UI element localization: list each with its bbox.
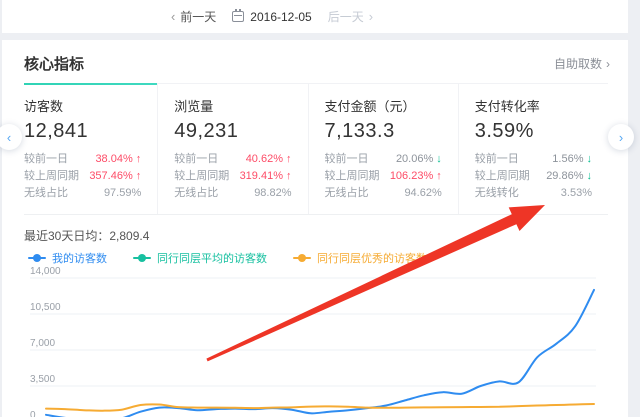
- metric-value: 7,133.3: [325, 120, 442, 143]
- metric-row: 较前一日 1.56%↓: [475, 151, 592, 168]
- date-nav-bar: ‹ 前一天 2016-12-05 后一天 ›: [2, 0, 628, 33]
- metric-row-label: 较前一日: [24, 151, 68, 168]
- trend-up-icon: ↑: [136, 151, 142, 168]
- line-dot-legend-icon: [293, 254, 311, 262]
- svg-text:0: 0: [30, 410, 36, 417]
- metric-value: 3.59%: [475, 120, 592, 143]
- metric-row: 无线占比 94.62%: [325, 185, 442, 202]
- metric-row-label: 较前一日: [174, 151, 218, 168]
- trend-up-icon: ↑: [286, 151, 292, 168]
- svg-text:3,500: 3,500: [30, 374, 55, 385]
- metric-row-label: 无线占比: [174, 185, 218, 202]
- metric-row: 无线占比 98.82%: [174, 185, 291, 202]
- legend-item-peer-excellent[interactable]: 同行同层优秀的访客数: [293, 250, 427, 266]
- legend-item-peer-average[interactable]: 同行同层平均的访客数: [133, 250, 267, 266]
- metric-cards-row: 访客数 12,841 较前一日 38.04%↑ 较上周同期 357.46%↑ 无…: [24, 83, 608, 215]
- metric-value: 49,231: [174, 120, 291, 143]
- date-nav-group: ‹ 前一天 2016-12-05 后一天 ›: [171, 8, 373, 25]
- trend-down-icon: ↓: [587, 151, 593, 168]
- metric-card-payment-amount[interactable]: 支付金额（元） 7,133.3 较前一日 20.06%↓ 较上周同期 106.2…: [308, 84, 458, 214]
- line-dot-legend-icon: [133, 254, 151, 262]
- line-dot-legend-icon: [28, 254, 46, 262]
- legend-label: 同行同层优秀的访客数: [317, 250, 427, 266]
- metric-row-value: 106.23%↑: [390, 168, 442, 185]
- metric-card-pageviews[interactable]: 浏览量 49,231 较前一日 40.62%↑ 较上周同期 319.41%↑ 无…: [157, 84, 307, 214]
- legend-item-my-visitors[interactable]: 我的访客数: [28, 250, 107, 266]
- metric-row-value: 1.56%↓: [552, 151, 592, 168]
- current-date: 2016-12-05: [250, 10, 311, 24]
- metric-row-label: 较上周同期: [174, 168, 229, 185]
- legend-label: 我的访客数: [52, 250, 107, 266]
- date-picker[interactable]: 2016-12-05: [232, 10, 311, 24]
- metric-row-label: 无线转化: [475, 185, 519, 202]
- core-metrics-panel: 核心指标 自助取数 › 访客数 12,841 较前一日 38.04%↑ 较上周同…: [2, 40, 628, 417]
- svg-text:14,000: 14,000: [30, 266, 61, 277]
- chart-legend: 我的访客数 同行同层平均的访客数 同行同层优秀的访客数: [28, 251, 628, 265]
- metric-row-value: 29.86%↓: [546, 168, 592, 185]
- metric-value: 12,841: [24, 120, 141, 143]
- metric-row-label: 较上周同期: [24, 168, 79, 185]
- metric-row-value: 97.59%: [104, 185, 141, 202]
- trend-down-icon: ↓: [587, 168, 593, 185]
- metric-row-value: 94.62%: [404, 185, 441, 202]
- metric-row-label: 较前一日: [325, 151, 369, 168]
- next-day-button[interactable]: 后一天 ›: [328, 8, 373, 25]
- page-title: 核心指标: [24, 53, 84, 74]
- metric-row-label: 较前一日: [475, 151, 519, 168]
- carousel-next-button[interactable]: ›: [608, 124, 634, 150]
- metric-row: 较前一日 20.06%↓: [325, 151, 442, 168]
- svg-text:10,500: 10,500: [30, 302, 61, 313]
- visitors-line-chart: 03,5007,00010,50014,00011-0611-0811-1011…: [2, 266, 622, 417]
- chart-daily-average-label: 最近30天日均：2,809.4: [24, 228, 628, 244]
- metric-title: 访客数: [24, 96, 141, 115]
- metric-row-value: 357.46%↑: [89, 168, 141, 185]
- calendar-icon: [232, 11, 244, 22]
- prev-day-label: 前一天: [180, 8, 216, 25]
- metric-row: 较前一日 40.62%↑: [174, 151, 291, 168]
- metric-row: 无线占比 97.59%: [24, 185, 141, 202]
- next-day-label: 后一天: [328, 8, 364, 25]
- trend-down-icon: ↓: [436, 151, 442, 168]
- panel-header: 核心指标 自助取数 ›: [2, 40, 628, 83]
- metric-row: 较前一日 38.04%↑: [24, 151, 141, 168]
- metric-row-label: 无线占比: [325, 185, 369, 202]
- prev-day-button[interactable]: ‹ 前一天: [171, 8, 216, 25]
- trend-up-icon: ↑: [136, 168, 142, 185]
- metric-row-label: 较上周同期: [325, 168, 380, 185]
- self-service-data-link[interactable]: 自助取数 ›: [554, 55, 610, 72]
- metric-card-conversion-rate[interactable]: 支付转化率 3.59% 较前一日 1.56%↓ 较上周同期 29.86%↓ 无线…: [458, 84, 608, 214]
- chevron-left-icon: ‹: [7, 130, 11, 145]
- metric-row-value: 3.53%: [561, 185, 592, 202]
- metric-title: 支付金额（元）: [325, 96, 442, 115]
- metric-title: 支付转化率: [475, 96, 592, 115]
- metric-row-value: 98.82%: [254, 185, 291, 202]
- metric-row-value: 40.62%↑: [246, 151, 292, 168]
- chevron-right-icon: ›: [369, 9, 373, 24]
- chevron-right-icon: ›: [606, 57, 610, 71]
- trend-up-icon: ↑: [436, 168, 442, 185]
- trend-up-icon: ↑: [286, 168, 292, 185]
- metric-title: 浏览量: [174, 96, 291, 115]
- metric-row-label: 较上周同期: [475, 168, 530, 185]
- metric-row-value: 319.41%↑: [240, 168, 292, 185]
- chevron-left-icon: ‹: [171, 9, 175, 24]
- metric-row-value: 38.04%↑: [95, 151, 141, 168]
- metric-row: 较上周同期 319.41%↑: [174, 168, 291, 185]
- metric-row: 无线转化 3.53%: [475, 185, 592, 202]
- metric-row-value: 20.06%↓: [396, 151, 442, 168]
- metric-row: 较上周同期 29.86%↓: [475, 168, 592, 185]
- metric-row-label: 无线占比: [24, 185, 68, 202]
- chevron-right-icon: ›: [619, 130, 623, 145]
- metric-row: 较上周同期 106.23%↑: [325, 168, 442, 185]
- svg-text:7,000: 7,000: [30, 338, 55, 349]
- legend-label: 同行同层平均的访客数: [157, 250, 267, 266]
- self-service-data-label: 自助取数: [554, 55, 602, 72]
- metric-card-visitors[interactable]: 访客数 12,841 较前一日 38.04%↑ 较上周同期 357.46%↑ 无…: [24, 84, 157, 214]
- carousel-prev-button[interactable]: ‹: [0, 124, 22, 150]
- metric-row: 较上周同期 357.46%↑: [24, 168, 141, 185]
